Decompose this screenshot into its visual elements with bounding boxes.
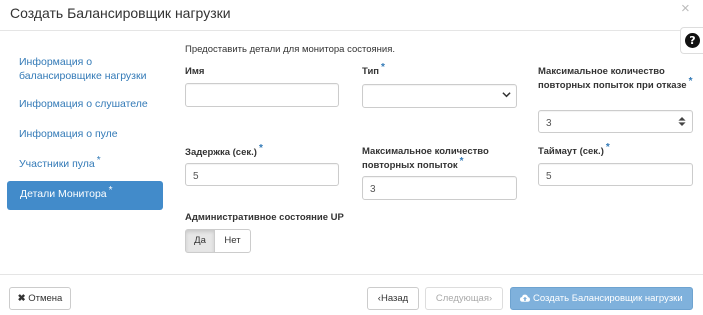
close-icon[interactable]: × [681, 1, 690, 16]
required-mark: * [108, 185, 113, 196]
cancel-button[interactable]: ✖ Отмена [9, 287, 71, 310]
sidebar-item-label: Информация о пуле [19, 128, 118, 140]
back-button[interactable]: ‹Назад [367, 287, 419, 310]
sidebar-item-loadbalancer-info[interactable]: Информация о балансировщике нагрузки [19, 55, 159, 83]
chevron-down-icon [502, 92, 511, 98]
header-divider [0, 30, 703, 31]
admin-state-yes-button[interactable]: Да [185, 229, 215, 253]
spinner-arrows-icon[interactable] [678, 117, 686, 126]
sidebar-item-monitor-details[interactable]: Детали Монитора * [7, 181, 163, 210]
sidebar-item-pool-info[interactable]: Информация о пуле [19, 127, 118, 141]
max-retries-down-stepper[interactable]: 3 [538, 110, 693, 133]
delay-label: Задержка (сек.) * [185, 143, 263, 158]
form-description: Предоставить детали для монитора состоян… [185, 44, 395, 55]
admin-state-label: Административное состояние UP [185, 212, 344, 223]
sidebar-item-pool-members[interactable]: Участники пула * [19, 155, 101, 172]
sidebar-item-label: Детали Монитора [20, 188, 107, 200]
cloud-upload-icon [520, 294, 531, 302]
timeout-input[interactable]: 5 [538, 163, 693, 186]
close-icon: ✖ [17, 293, 26, 304]
help-button[interactable]: ? [680, 27, 703, 54]
admin-state-no-button[interactable]: Нет [214, 229, 251, 253]
footer-divider [0, 274, 703, 275]
type-select[interactable] [362, 84, 517, 108]
sidebar-item-label: Информация о слушателе [19, 98, 148, 110]
max-retries-label: Максимальное количество повторных попыто… [362, 146, 489, 171]
sidebar-item-listener-info[interactable]: Информация о слушателе [19, 97, 148, 111]
max-retries-input[interactable]: 3 [362, 176, 517, 200]
max-retries-down-label: Максимальное количество повторных попыто… [538, 66, 693, 91]
required-mark: * [96, 155, 101, 166]
timeout-label: Таймаут (сек.) * [538, 142, 610, 157]
admin-state-toggle: Да Нет [185, 229, 251, 253]
next-button[interactable]: Следующая› [425, 287, 503, 310]
name-input[interactable] [185, 83, 339, 107]
sidebar-item-label: Информация о балансировщике нагрузки [19, 56, 147, 82]
question-icon: ? [685, 33, 700, 48]
name-label: Имя [185, 66, 205, 77]
modal-title: Создать Балансировщик нагрузки [10, 5, 231, 21]
delay-input[interactable]: 5 [185, 163, 339, 186]
sidebar-item-label: Участники пула [19, 158, 95, 170]
create-loadbalancer-button[interactable]: Создать Балансировщик нагрузки [510, 287, 693, 310]
chevron-right-icon: › [488, 293, 493, 304]
type-label: Тип * [362, 62, 385, 77]
